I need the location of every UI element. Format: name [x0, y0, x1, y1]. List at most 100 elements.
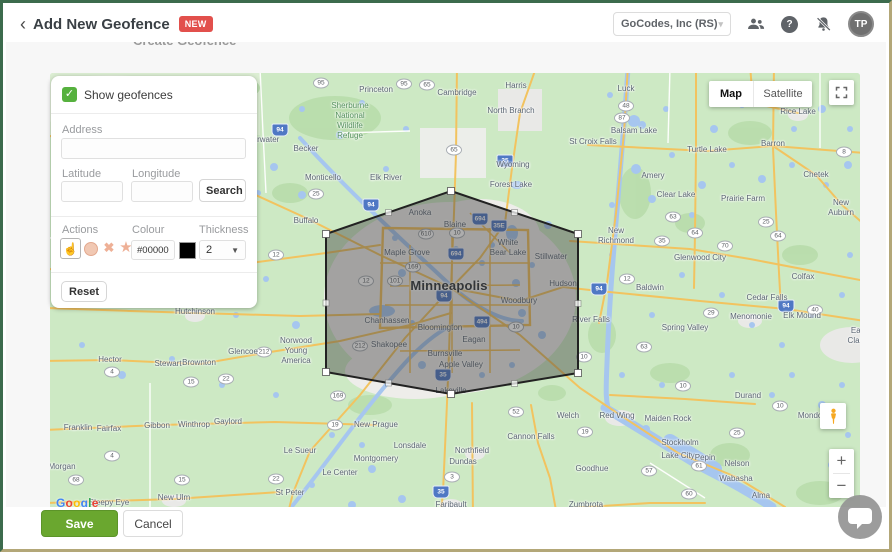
map-label: Gibbon: [144, 421, 170, 431]
map-view-button[interactable]: Map: [709, 81, 754, 107]
map-label: Alma: [752, 491, 770, 501]
notifications-off-icon[interactable]: [813, 14, 833, 34]
map-label: St Croix Falls: [569, 137, 617, 147]
map-label: River Falls: [572, 315, 610, 325]
map-label: Minneapolis: [410, 278, 487, 294]
map-label: Gaylord: [214, 417, 242, 427]
polygon-tool-button[interactable]: ✖: [101, 238, 117, 257]
longitude-label: Longitude: [132, 168, 180, 180]
user-avatar[interactable]: TP: [848, 11, 874, 37]
map-label: Apple Valley: [439, 360, 483, 370]
map-label: Goodhue: [576, 464, 609, 474]
street-view-pegman[interactable]: [820, 403, 846, 429]
map-label: Elk Mound: [783, 311, 821, 321]
map-label: Cedar Falls: [747, 293, 788, 303]
address-input[interactable]: [61, 138, 246, 159]
map-label: Le Center: [322, 468, 357, 478]
map-label: Morgan: [50, 462, 76, 472]
map-label: Durand: [735, 391, 761, 401]
users-icon[interactable]: [746, 14, 766, 34]
map-label: Pepin: [695, 453, 715, 463]
map-label: Rice Lake: [780, 107, 816, 117]
cancel-button[interactable]: Cancel: [123, 510, 183, 537]
map-type-control: Map Satellite: [709, 81, 812, 107]
map-label: Eagan: [462, 335, 485, 345]
map-label: Hector: [98, 355, 122, 365]
map-label: Eau Claire: [848, 326, 860, 346]
map-label: Maiden Rock: [645, 414, 692, 424]
map-label: Wyoming: [496, 160, 529, 170]
save-button[interactable]: Save: [41, 510, 118, 537]
map-label: Brownton: [182, 358, 216, 368]
organization-select[interactable]: GoCodes, Inc (RS) ▾: [613, 12, 731, 36]
colour-swatch[interactable]: [179, 242, 196, 259]
satellite-view-button[interactable]: Satellite: [754, 81, 812, 107]
map-label: White Bear Lake: [490, 238, 526, 258]
pan-tool-button[interactable]: ☝: [60, 238, 81, 259]
map-label: Hudson: [549, 279, 577, 289]
map-label: Glencoe: [228, 347, 258, 357]
map-label: Cannon Falls: [507, 432, 554, 442]
map-label: New Auburn: [828, 198, 854, 218]
thickness-select[interactable]: 2 ▼: [199, 240, 246, 260]
map-label: Fairfax: [97, 424, 121, 434]
map-label: Chetek: [803, 170, 828, 180]
header: ‹ Add New Geofence NEW GoCodes, Inc (RS)…: [6, 6, 886, 42]
map-label: Stockholm: [661, 438, 698, 448]
map-label: North Branch: [487, 106, 534, 116]
map-label: New Prague: [354, 420, 398, 430]
map-label: Red Wing: [599, 411, 634, 421]
map-label: Woodbury: [501, 296, 537, 306]
map-label: Menomonie: [730, 312, 772, 322]
map-label: Nelson: [725, 459, 750, 469]
help-icon[interactable]: ?: [781, 16, 798, 33]
map-label: Anoka: [409, 208, 432, 218]
chat-widget-button[interactable]: [838, 495, 882, 539]
fullscreen-button[interactable]: [829, 80, 854, 105]
map-label: Baldwin: [636, 283, 664, 293]
map-label: Princeton: [359, 85, 393, 95]
map-label: St Peter: [276, 488, 305, 498]
map-label: Stillwater: [535, 252, 567, 262]
map-label: Prairie Farm: [721, 194, 765, 204]
divider: [51, 216, 257, 217]
map-label: Elk River: [370, 173, 402, 183]
thickness-value: 2: [206, 244, 212, 256]
map-label: Becker: [294, 144, 319, 154]
header-actions: GoCodes, Inc (RS) ▾ ? TP: [613, 11, 874, 37]
chevron-down-icon: ▾: [718, 19, 723, 30]
map-label: Glenwood City: [674, 253, 726, 263]
colour-label: Colour: [132, 224, 164, 236]
map-label: New Richmond: [598, 226, 634, 246]
show-geofences-checkbox[interactable]: ✓: [62, 87, 77, 102]
latitude-input[interactable]: [61, 181, 123, 202]
address-label: Address: [62, 124, 102, 136]
divider: [51, 113, 257, 114]
map-label: Sherburne National Wildlife Refuge: [331, 101, 368, 141]
map-label: Dundas: [449, 457, 477, 467]
latitude-label: Latitude: [62, 168, 101, 180]
longitude-input[interactable]: [131, 181, 193, 202]
map-label: Balsam Lake: [611, 126, 657, 136]
reset-button[interactable]: Reset: [61, 281, 107, 302]
map-label: Northfield: [455, 446, 489, 456]
map-label: Chanhassen: [365, 316, 410, 326]
map-label: Norwood Young America: [280, 336, 312, 366]
map-label: Shakopee: [371, 340, 407, 350]
search-button[interactable]: Search: [199, 179, 246, 202]
map-label: Wabasha: [719, 474, 753, 484]
map-label: Lonsdale: [394, 441, 426, 451]
zoom-control: + −: [829, 449, 854, 498]
zoom-in-button[interactable]: +: [829, 449, 854, 473]
map-label: New Ulm: [158, 493, 190, 503]
map-label: Stewart: [154, 359, 181, 369]
map-label: Bloomington: [418, 323, 462, 333]
map-label: Monticello: [305, 173, 341, 183]
colour-input[interactable]: [131, 240, 175, 260]
back-chevron-icon[interactable]: ‹: [20, 15, 26, 33]
actions-label: Actions: [62, 224, 98, 236]
circle-tool-button[interactable]: [84, 242, 98, 256]
map-label: Hutchinson: [175, 307, 215, 317]
page-title: Add New Geofence: [33, 16, 170, 33]
map-label: Maple Grove: [384, 248, 430, 258]
